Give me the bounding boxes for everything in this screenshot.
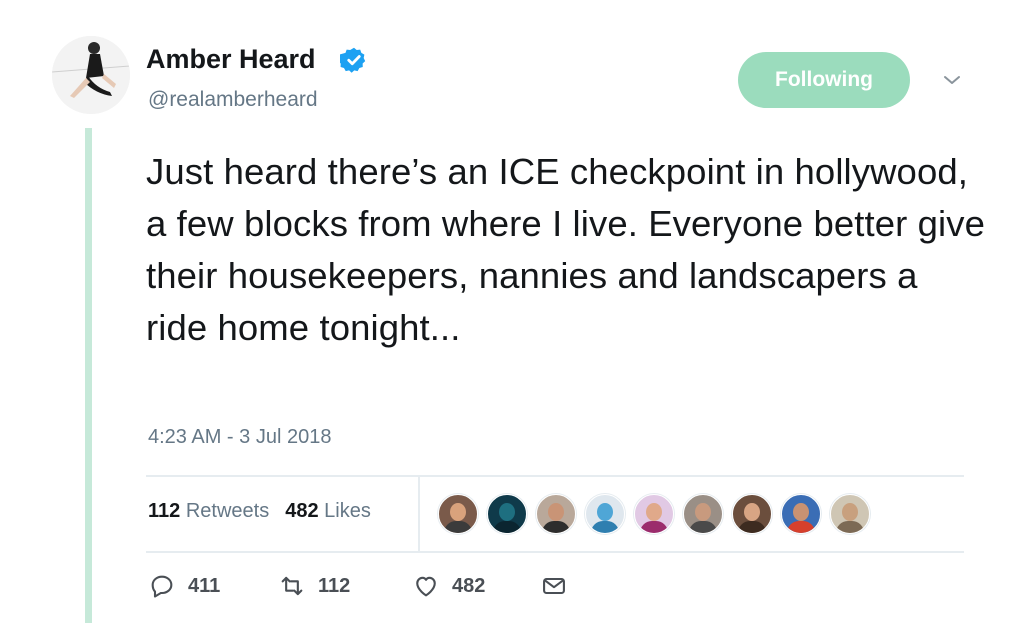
liker-avatar-3[interactable] xyxy=(536,494,576,534)
avatar-figure-icon xyxy=(52,36,130,114)
like-count: 482 xyxy=(452,574,486,597)
display-name[interactable]: Amber Heard xyxy=(146,44,316,75)
shoulders-icon xyxy=(493,521,521,533)
retweets-stat[interactable]: 112 Retweets xyxy=(148,500,269,523)
shoulders-icon xyxy=(738,521,766,533)
face-icon xyxy=(548,503,564,521)
face-icon xyxy=(842,503,858,521)
liker-avatar-8[interactable] xyxy=(781,494,821,534)
shoulders-icon xyxy=(542,521,570,533)
liker-avatar-2[interactable] xyxy=(487,494,527,534)
shoulders-icon xyxy=(836,521,864,533)
retweets-count: 112 xyxy=(148,500,181,522)
retweets-label: Retweets xyxy=(185,500,270,522)
shoulders-icon xyxy=(591,521,619,533)
shoulders-icon xyxy=(689,521,717,533)
reply-action[interactable]: 411 xyxy=(148,572,278,600)
action-bar: 411 112 482 xyxy=(148,572,580,600)
face-icon xyxy=(744,503,760,521)
retweet-icon xyxy=(281,576,303,596)
face-icon xyxy=(499,503,515,521)
verified-badge-icon xyxy=(340,47,366,73)
liker-avatar-5[interactable] xyxy=(634,494,674,534)
vertical-divider xyxy=(418,477,420,551)
thread-line xyxy=(85,128,92,623)
shoulders-icon xyxy=(444,521,472,533)
liker-avatar-9[interactable] xyxy=(830,494,870,534)
face-icon xyxy=(793,503,809,521)
shoulders-icon xyxy=(787,521,815,533)
retweet-action[interactable]: 112 xyxy=(278,572,412,600)
reply-count: 411 xyxy=(188,574,221,597)
handle[interactable]: @realamberheard xyxy=(148,88,318,112)
tweet-text: Just heard there’s an ICE checkpoint in … xyxy=(146,151,985,348)
liker-avatar-4[interactable] xyxy=(585,494,625,534)
heart-icon xyxy=(416,576,436,597)
retweet-count: 112 xyxy=(318,574,351,597)
shoulders-icon xyxy=(640,521,668,533)
likes-count: 482 xyxy=(285,500,319,522)
face-icon xyxy=(695,503,711,521)
likers-avatars xyxy=(438,494,870,534)
divider xyxy=(146,475,964,477)
message-action[interactable] xyxy=(540,572,580,600)
like-action[interactable]: 482 xyxy=(412,572,540,600)
face-icon xyxy=(597,503,613,521)
reply-icon xyxy=(151,575,173,598)
avatar[interactable] xyxy=(52,36,130,114)
liker-avatar-7[interactable] xyxy=(732,494,772,534)
face-icon xyxy=(646,503,662,521)
likes-label: Likes xyxy=(324,500,371,522)
engagement-stats: 112 Retweets 482 Likes xyxy=(148,500,371,523)
timestamp[interactable]: 4:23 AM - 3 Jul 2018 xyxy=(148,426,331,449)
chevron-down-icon[interactable] xyxy=(940,68,964,92)
liker-avatar-6[interactable] xyxy=(683,494,723,534)
likes-stat[interactable]: 482 Likes xyxy=(285,500,371,523)
following-button[interactable]: Following xyxy=(738,52,910,108)
divider xyxy=(146,551,964,553)
face-icon xyxy=(450,503,466,521)
envelope-icon xyxy=(543,577,565,595)
liker-avatar-1[interactable] xyxy=(438,494,478,534)
